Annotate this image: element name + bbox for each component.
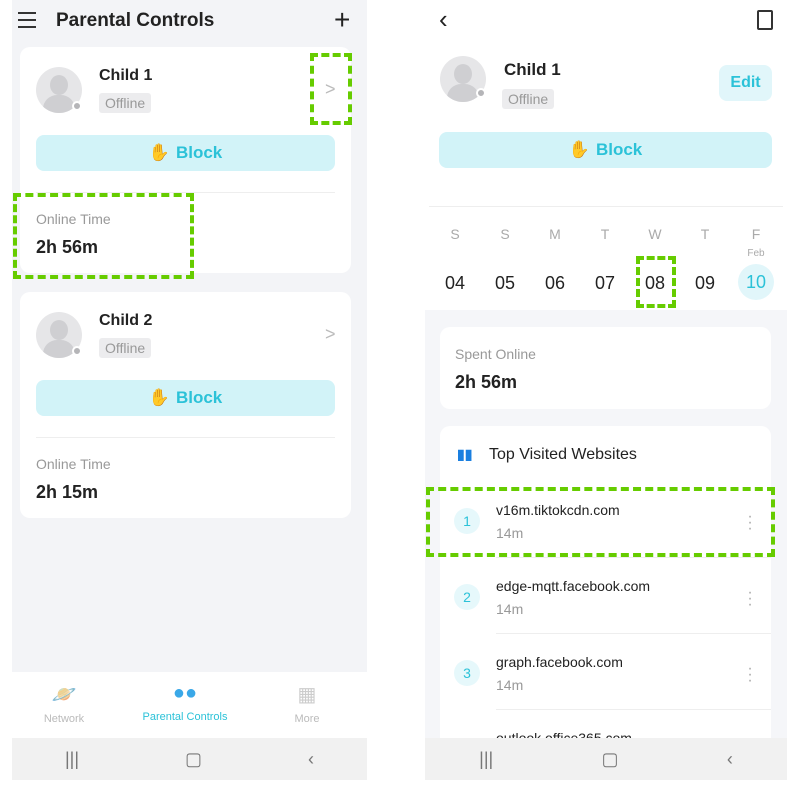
parental-controls-screen: Parental Controls + Child 1 Offline > ✋ B… <box>12 0 367 780</box>
day-button-selected[interactable]: 10 <box>738 264 774 300</box>
highlight-box <box>13 193 194 279</box>
edit-button[interactable]: Edit <box>719 65 772 101</box>
block-label: Block <box>175 388 223 407</box>
day-button[interactable]: 07 <box>585 273 625 294</box>
site-time: 14m <box>496 677 524 693</box>
block-label: Block <box>595 140 643 159</box>
home-icon[interactable]: ▢ <box>185 749 202 770</box>
add-icon[interactable]: + <box>334 4 350 36</box>
grid-icon: ▦ <box>297 684 317 706</box>
bar-chart-icon: ▮▮ <box>457 446 473 462</box>
online-time-label: Online Time <box>36 456 111 472</box>
system-nav-bar: ||| ▢ ‹ <box>425 738 787 780</box>
back-icon[interactable]: ‹ <box>308 749 314 770</box>
planet-icon: 🪐 <box>51 684 77 706</box>
status-dot <box>72 346 82 356</box>
recents-icon[interactable]: ||| <box>479 749 493 770</box>
weekday-label: S <box>500 226 510 242</box>
spent-online-label: Spent Online <box>455 346 536 362</box>
site-name: graph.facebook.com <box>496 654 623 670</box>
page-title: Parental Controls <box>56 10 215 31</box>
online-time-value: 2h 15m <box>36 482 99 502</box>
top-sites-title: Top Visited Websites <box>489 446 637 463</box>
hand-icon: ✋ <box>568 140 590 159</box>
nav-label: More <box>294 713 320 725</box>
status-badge: Offline <box>502 89 555 109</box>
child-name: Child 1 <box>504 60 561 79</box>
system-nav-bar: ||| ▢ ‹ <box>12 738 367 780</box>
spent-online-card: Spent Online 2h 56m <box>440 327 771 409</box>
child-name: Child 2 <box>99 312 153 329</box>
spent-online-value: 2h 56m <box>455 372 518 392</box>
home-icon[interactable]: ▢ <box>602 749 619 770</box>
hand-icon: ✋ <box>148 388 170 407</box>
nav-network[interactable]: 🪐 Network <box>24 682 104 725</box>
highlight-box <box>310 53 352 125</box>
block-button[interactable]: ✋ Block <box>36 380 335 416</box>
child-name: Child 1 <box>99 67 153 84</box>
menu-icon[interactable] <box>18 12 36 28</box>
weekday-label: S <box>450 226 460 242</box>
chevron-right-icon[interactable]: > <box>325 324 336 345</box>
rank-badge: 2 <box>454 584 480 610</box>
block-button[interactable]: ✋ Block <box>439 132 772 168</box>
day-button[interactable]: 06 <box>535 273 575 294</box>
site-time: 14m <box>496 601 524 617</box>
nav-parental-controls[interactable]: ●● Parental Controls <box>135 682 235 723</box>
block-button[interactable]: ✋ Block <box>36 135 335 171</box>
back-arrow-icon[interactable]: ‹ <box>439 4 448 35</box>
hand-icon: ✋ <box>148 143 170 162</box>
day-button[interactable]: 04 <box>435 273 475 294</box>
more-options-icon[interactable]: · · · <box>747 661 753 689</box>
nav-more[interactable]: ▦ More <box>267 682 347 725</box>
site-name: edge-mqtt.facebook.com <box>496 578 651 594</box>
child-card[interactable]: Child 2 Offline > ✋ Block Online Time 2h … <box>20 292 351 518</box>
day-button[interactable]: 05 <box>485 273 525 294</box>
top-sites-card: ▮▮ Top Visited Websites 1 v16m.tiktokcdn… <box>440 426 771 780</box>
nav-label: Network <box>43 713 85 725</box>
history-report-icon[interactable] <box>757 10 773 30</box>
status-dot <box>72 101 82 111</box>
month-label: Feb <box>747 248 765 259</box>
weekday-label: W <box>648 226 662 242</box>
block-label: Block <box>175 143 223 162</box>
more-options-icon[interactable]: · · · <box>747 585 753 613</box>
weekday-label: T <box>600 226 610 242</box>
weekday-label: T <box>700 226 710 242</box>
people-icon: ●● <box>172 682 198 704</box>
nav-label: Parental Controls <box>142 711 228 723</box>
recents-icon[interactable]: ||| <box>65 749 79 770</box>
highlight-box <box>636 256 676 308</box>
bottom-nav: 🪐 Network ●● Parental Controls ▦ More <box>12 672 367 738</box>
status-dot <box>476 88 486 98</box>
child-detail-screen: ‹ Child 1 Offline Edit ✋ Block S S M T W … <box>425 0 787 780</box>
day-button[interactable]: 09 <box>685 273 725 294</box>
weekday-label: F <box>751 226 761 242</box>
status-badge: Offline <box>99 338 152 358</box>
back-icon[interactable]: ‹ <box>727 749 733 770</box>
rank-badge: 3 <box>454 660 480 686</box>
status-badge: Offline <box>99 93 152 113</box>
highlight-box <box>426 487 775 557</box>
weekday-label: M <box>549 226 561 242</box>
